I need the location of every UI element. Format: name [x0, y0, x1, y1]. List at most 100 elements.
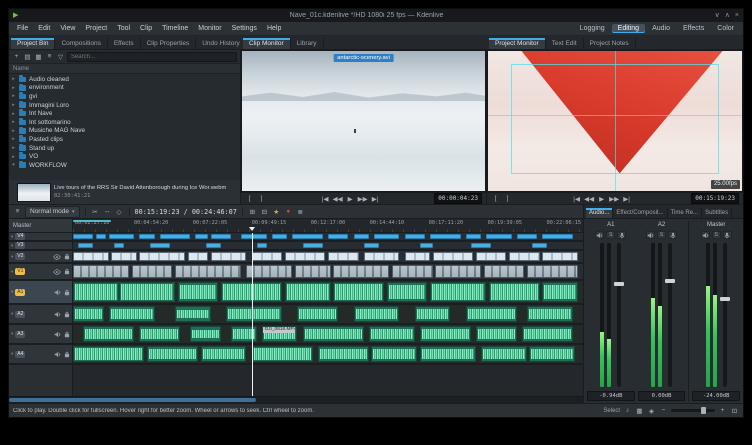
track-tag-v3[interactable]: V3 [15, 242, 25, 249]
video-clip[interactable] [430, 234, 461, 239]
tab-audio[interactable]: Audio... [586, 208, 613, 218]
chevron-down-icon[interactable]: ▾ [11, 269, 13, 275]
cut-tool-icon[interactable]: ✂ [91, 207, 100, 217]
video-clip[interactable] [509, 252, 540, 261]
video-clip[interactable] [132, 265, 173, 278]
video-clip[interactable] [295, 265, 331, 278]
audio-clip[interactable] [420, 346, 476, 362]
track-tag-v2[interactable]: V2 [15, 253, 25, 260]
tab-library[interactable]: Library [291, 38, 324, 49]
zone-in-icon[interactable]: [ [245, 194, 254, 204]
menu-help[interactable]: Help [262, 24, 286, 33]
audio-clip[interactable] [415, 306, 451, 322]
menu-monitor[interactable]: Monitor [193, 24, 226, 33]
video-clip[interactable] [96, 234, 106, 239]
zoom-slider-handle[interactable] [701, 407, 706, 414]
track-tag-v4[interactable]: V4 [15, 233, 25, 240]
video-clip[interactable] [139, 252, 185, 261]
timeline-track-a3[interactable]: DJI_0616.MP4 [73, 325, 583, 345]
timeline-track-v3[interactable] [73, 242, 583, 251]
add-clip-button[interactable]: + [12, 52, 21, 62]
video-clip[interactable] [114, 243, 124, 248]
chevron-down-icon[interactable]: ▾ [11, 243, 13, 249]
track-header-a3[interactable]: ▾A3 [9, 325, 72, 345]
video-clip[interactable] [109, 234, 135, 239]
lock-track-icon[interactable] [64, 351, 70, 358]
workspace-tab-color[interactable]: Color [711, 24, 740, 33]
audio-clip[interactable] [178, 282, 219, 302]
workspace-tab-logging[interactable]: Logging [574, 24, 611, 33]
bin-folder-gvi[interactable]: ▸gvi [9, 92, 240, 101]
mute-track-icon[interactable] [54, 289, 61, 296]
audio-clip[interactable] [231, 326, 257, 342]
timeline-hscroll-handle[interactable] [9, 398, 256, 402]
mute-button[interactable] [595, 231, 604, 239]
tab-text-edit[interactable]: Text Edit [546, 38, 584, 49]
zoom-slider[interactable] [671, 409, 715, 412]
mute-button[interactable] [701, 231, 710, 239]
tab-clip-monitor[interactable]: Clip Monitor [243, 38, 291, 49]
mute-track-icon[interactable] [54, 351, 61, 358]
audio-clip[interactable] [542, 282, 578, 302]
audio-clip[interactable] [73, 346, 144, 362]
skip-forward-icon[interactable]: ▶| [622, 194, 631, 204]
tab-compositions[interactable]: Compositions [55, 38, 107, 49]
mute-track-icon[interactable] [54, 311, 61, 318]
video-clip[interactable] [160, 234, 191, 239]
zoom-in-icon[interactable]: + [718, 406, 727, 416]
edit-mode-select[interactable]: Normal mode ▾ [25, 206, 80, 218]
audio-clip[interactable] [119, 282, 175, 302]
workspace-tab-editing[interactable]: Editing [612, 24, 645, 33]
project-monitor-viewport[interactable]: 25.00fps [488, 51, 742, 191]
timeline-track-a4[interactable] [73, 345, 583, 365]
audio-clip[interactable] [522, 326, 573, 342]
bin-folder-pasted-clips[interactable]: ▸Pasted clips [9, 135, 240, 144]
master-button[interactable]: Master [9, 219, 73, 233]
insert-zone-icon[interactable]: ⊞ [248, 207, 257, 217]
bin-search-input[interactable] [67, 52, 237, 62]
video-clip[interactable] [292, 234, 323, 239]
timeline-track-v4[interactable] [73, 233, 583, 242]
rewind-icon[interactable]: ◀◀ [584, 194, 594, 204]
video-clip[interactable] [466, 234, 481, 239]
expand-closed-icon[interactable]: ▸ [11, 154, 16, 160]
menu-file[interactable]: File [12, 24, 33, 33]
video-clip[interactable] [392, 265, 433, 278]
track-tag-a2[interactable]: A2 [15, 311, 25, 318]
volume-fader[interactable] [723, 243, 727, 387]
video-clip[interactable] [211, 252, 247, 261]
video-clip[interactable] [211, 234, 231, 239]
audio-clip[interactable] [297, 306, 338, 322]
video-clip[interactable] [328, 234, 348, 239]
menu-clip[interactable]: Clip [135, 24, 157, 33]
minimize-button[interactable]: ∨ [715, 9, 720, 22]
audio-clip[interactable] [252, 346, 313, 362]
mix-clips-icon[interactable]: ◇ [115, 207, 124, 217]
video-clip[interactable] [206, 243, 221, 248]
audio-clip[interactable]: DJI_0616.MP4 [262, 326, 298, 342]
expand-closed-icon[interactable]: ▸ [11, 76, 16, 82]
bin-folder-immagini-loro[interactable]: ▸Immagini Loro [9, 101, 240, 110]
audio-clip[interactable] [466, 306, 517, 322]
snap-icon[interactable]: ◈ [647, 406, 656, 416]
record-button[interactable] [723, 231, 732, 239]
record-audio-icon[interactable]: ● [284, 207, 293, 217]
bin-column-header[interactable]: Name [9, 64, 240, 74]
video-clip[interactable] [111, 252, 137, 261]
expand-closed-icon[interactable]: ▸ [11, 102, 16, 108]
bin-folder-int-sottomarino[interactable]: ▸Int sottomarino [9, 118, 240, 127]
video-clip[interactable] [435, 265, 481, 278]
track-header-v4[interactable]: ▾V4 [9, 233, 72, 242]
lock-track-icon[interactable] [64, 311, 70, 318]
video-clip[interactable] [527, 265, 578, 278]
timeline-menu-icon[interactable]: ≡ [13, 207, 22, 217]
video-clip[interactable] [195, 234, 208, 239]
audio-clip[interactable] [527, 306, 573, 322]
track-header-a2[interactable]: ▾A2 [9, 305, 72, 325]
rewind-icon[interactable]: ◀◀ [333, 194, 343, 204]
solo-button[interactable]: S [657, 231, 666, 239]
chevron-down-icon[interactable]: ▾ [11, 234, 13, 240]
audio-clip[interactable] [139, 326, 180, 342]
audio-clip[interactable] [226, 306, 282, 322]
menu-timeline[interactable]: Timeline [157, 24, 193, 33]
